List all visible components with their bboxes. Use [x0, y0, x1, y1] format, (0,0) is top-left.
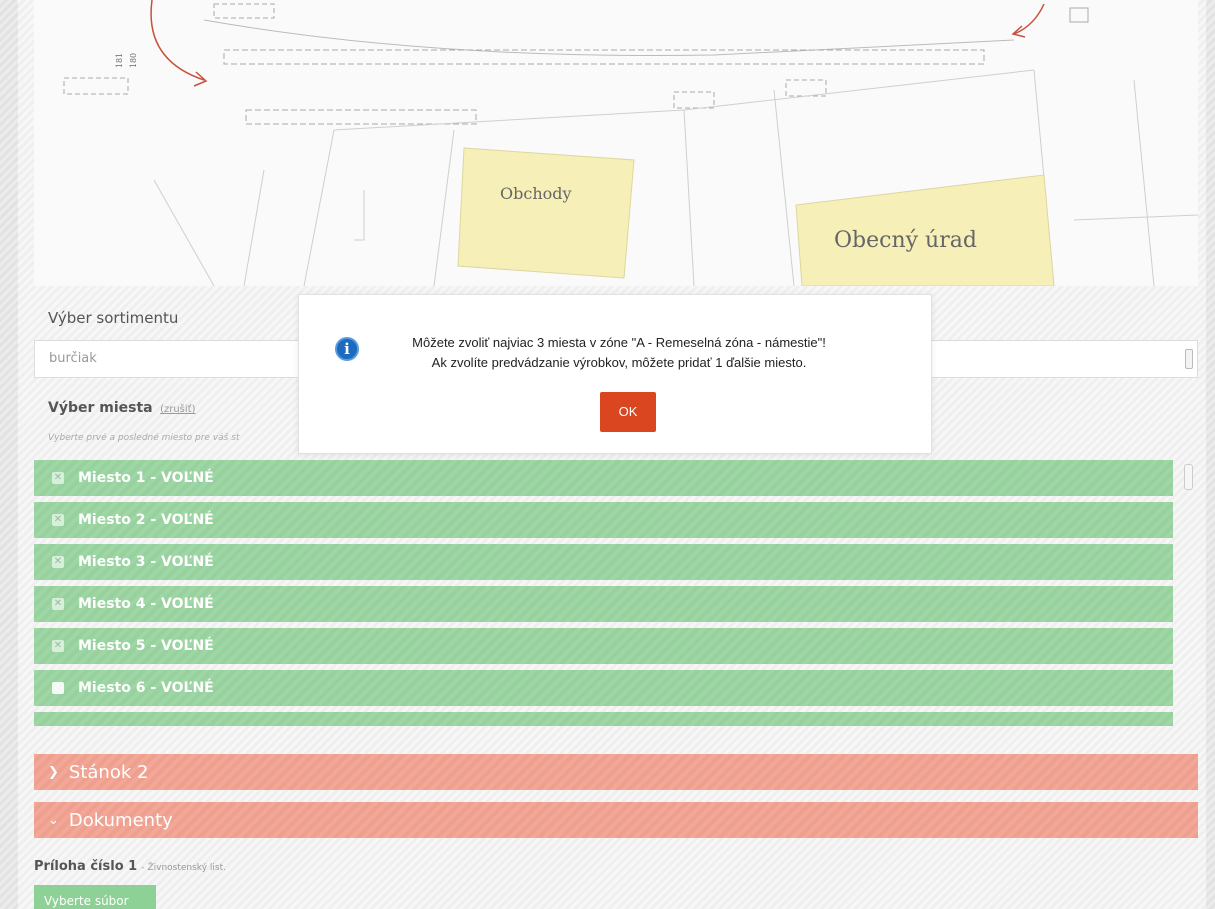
place-label: Miesto 2 - VOĽNÉ	[78, 512, 214, 528]
place-label: Miesto 5 - VOĽNÉ	[78, 638, 214, 654]
map-drawing	[63, 0, 1198, 286]
chevron-down-icon: ⌄	[48, 812, 59, 828]
ok-button[interactable]: OK	[600, 392, 656, 432]
places-list: ✕ Miesto 1 - VOĽNÉ ✕ Miesto 2 - VOĽNÉ ✕ …	[34, 460, 1173, 726]
priloha-subtitle: - Živnostenský list.	[141, 863, 226, 873]
place-label: Miesto 6 - VOĽNÉ	[78, 680, 214, 696]
dialog-line-1: Môžete zvoliť najviac 3 miesta v zóne "A…	[412, 335, 826, 350]
place-row-1[interactable]: ✕ Miesto 1 - VOĽNÉ	[34, 460, 1173, 496]
place-row-4[interactable]: ✕ Miesto 4 - VOĽNÉ	[34, 586, 1173, 622]
accordion-label: Stánok 2	[68, 761, 149, 783]
checkbox-icon[interactable]: ✕	[52, 640, 64, 652]
sortiment-value: burčiak	[49, 351, 97, 366]
chevron-right-icon: ❯	[48, 764, 59, 780]
info-icon: i	[335, 337, 359, 361]
checkbox-icon[interactable]: ✕	[52, 472, 64, 484]
place-row-5[interactable]: ✕ Miesto 5 - VOĽNÉ	[34, 628, 1173, 664]
place-row-6[interactable]: Miesto 6 - VOĽNÉ	[34, 670, 1173, 706]
place-label: Miesto 1 - VOĽNÉ	[78, 470, 214, 486]
map-label-obchody: Obchody	[500, 184, 572, 203]
checkbox-icon[interactable]	[52, 682, 64, 694]
priloha-heading: Príloha číslo 1 - Živnostenský list.	[34, 859, 226, 874]
page: Obchody Obecný úrad 181 180 Výber sortim…	[18, 0, 1206, 909]
map-stall-180: 180	[129, 52, 139, 69]
checkbox-icon[interactable]: ✕	[52, 514, 64, 526]
accordion-stanok-2[interactable]: ❯ Stánok 2	[34, 754, 1198, 790]
checkbox-icon[interactable]: ✕	[52, 556, 64, 568]
checkbox-icon[interactable]: ✕	[52, 598, 64, 610]
choose-file-button[interactable]: Vyberte súbor	[34, 885, 156, 909]
place-row-2[interactable]: ✕ Miesto 2 - VOĽNÉ	[34, 502, 1173, 538]
sortiment-label: Výber sortimentu	[48, 309, 179, 327]
priloha-title: Príloha číslo 1	[34, 859, 138, 874]
accordion-dokumenty[interactable]: ⌄ Dokumenty	[34, 802, 1198, 838]
place-row-3[interactable]: ✕ Miesto 3 - VOĽNÉ	[34, 544, 1173, 580]
site-map[interactable]: Obchody Obecný úrad 181 180	[34, 0, 1198, 286]
alert-dialog: i Môžete zvoliť najviac 3 miesta v zóne …	[298, 294, 932, 454]
clear-selection-link[interactable]: (zrušiť)	[160, 404, 195, 415]
map-label-obecny-urad: Obecný úrad	[834, 228, 977, 253]
accordion-label: Dokumenty	[68, 809, 173, 831]
dialog-message: Môžete zvoliť najviac 3 miesta v zóne "A…	[369, 333, 869, 373]
miesto-hint: Vyberte prvé a posledné miesto pre váš s…	[48, 433, 240, 443]
select-arrow-icon[interactable]	[1185, 349, 1193, 369]
miesto-label: Výber miesta (zrušiť)	[48, 400, 196, 416]
scrollbar-thumb[interactable]	[1184, 464, 1193, 490]
dialog-line-2: Ak zvolíte predvádzanie výrobkov, môžete…	[431, 355, 807, 370]
places-scrollbar[interactable]	[1181, 460, 1195, 726]
place-label: Miesto 3 - VOĽNÉ	[78, 554, 214, 570]
place-label: Miesto 4 - VOĽNÉ	[78, 596, 214, 612]
map-stall-181: 181	[115, 52, 125, 69]
place-row-7[interactable]	[34, 712, 1173, 726]
miesto-title: Výber miesta	[48, 400, 153, 416]
